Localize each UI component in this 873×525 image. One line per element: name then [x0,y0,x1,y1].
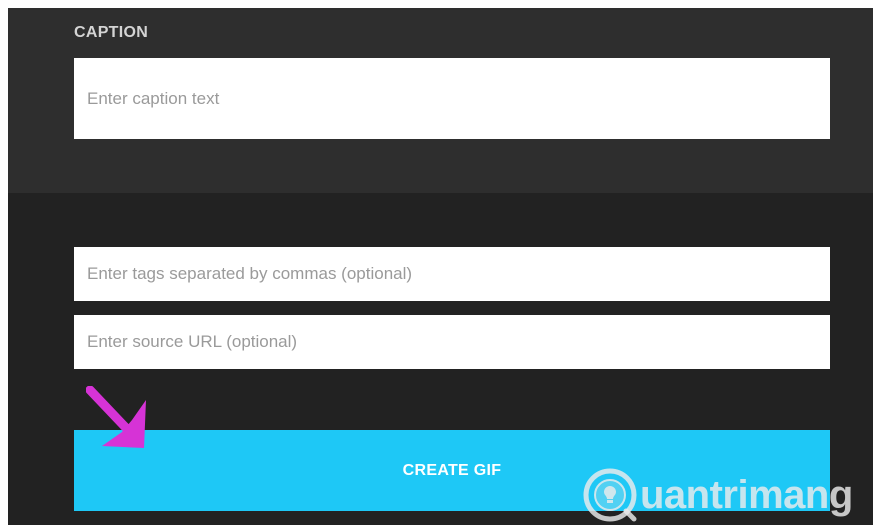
gif-form: CAPTION CREATE GIF uantrimang [8,8,873,525]
caption-label: CAPTION [74,24,149,41]
tags-input[interactable] [74,247,830,301]
lightbulb-icon [583,468,637,522]
watermark: uantrimang [582,463,873,525]
caption-panel: CAPTION [8,8,873,193]
arrow-pointer-icon [86,386,146,448]
watermark-text: uantrimang [640,472,853,517]
caption-input[interactable] [74,58,830,139]
source-url-input[interactable] [74,315,830,369]
